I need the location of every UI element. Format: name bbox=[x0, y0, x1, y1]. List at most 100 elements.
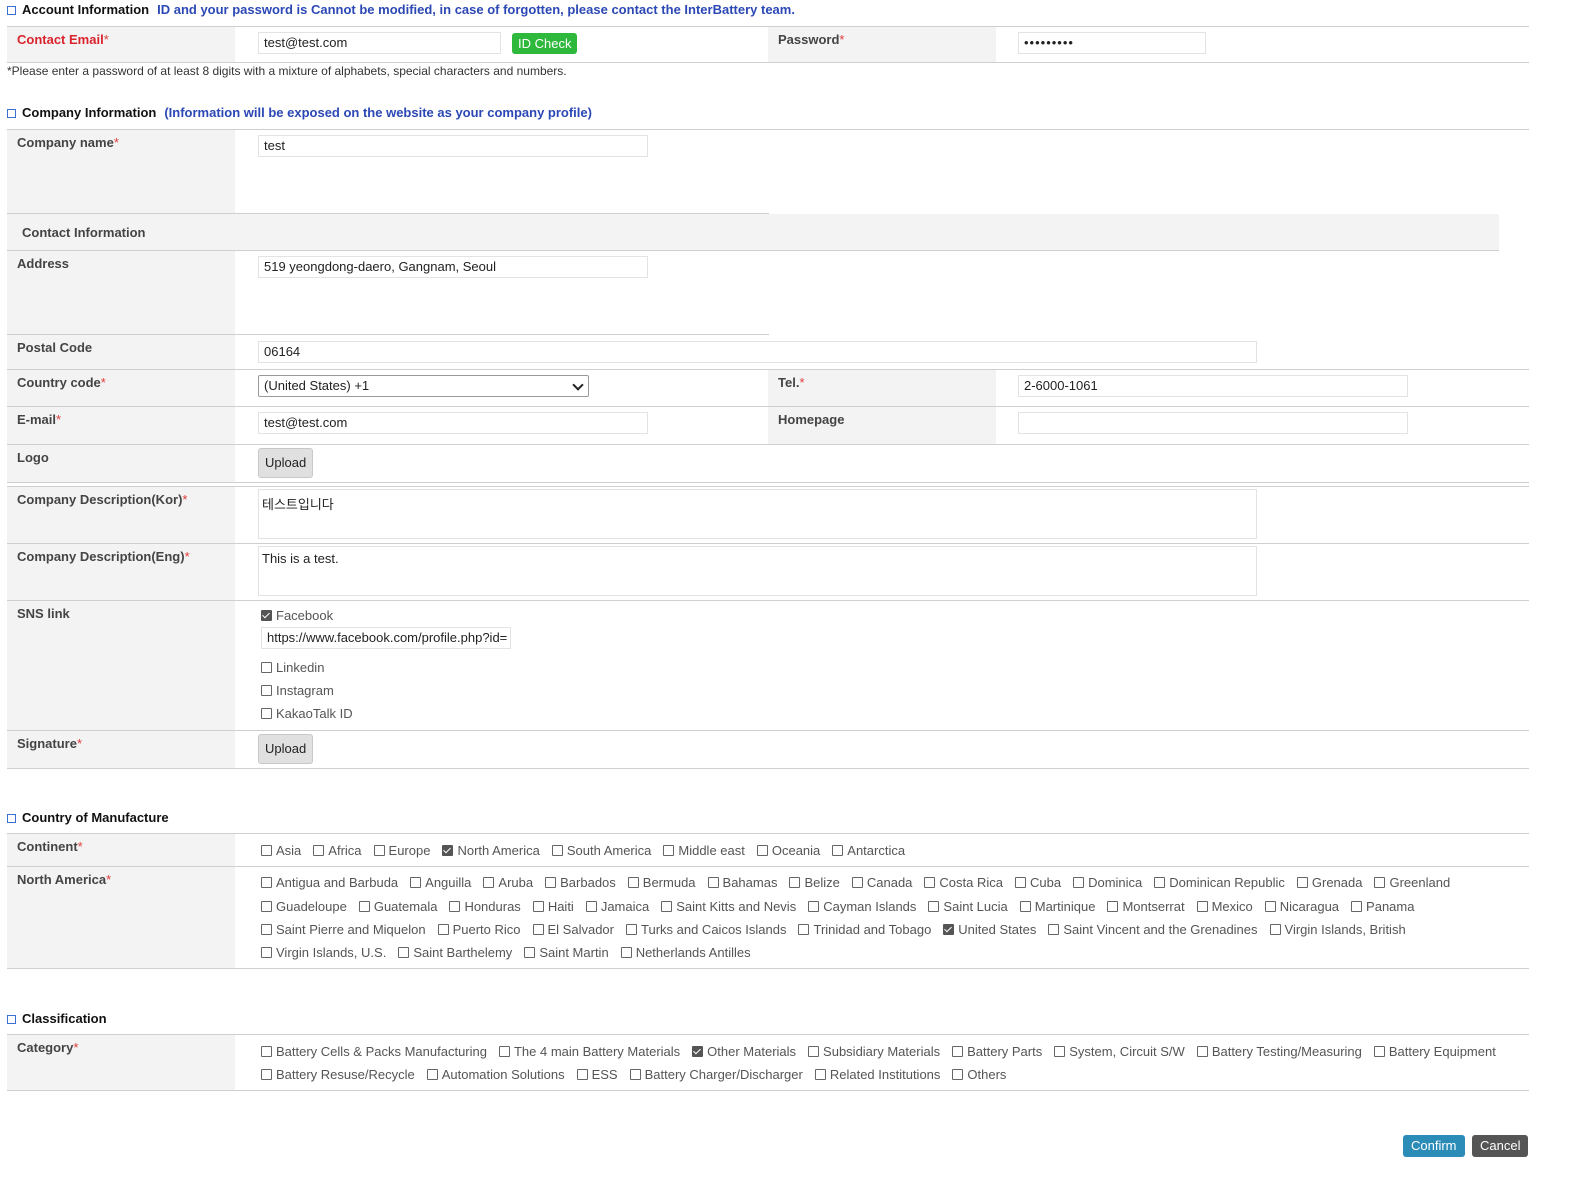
company-name-field[interactable]: test bbox=[258, 135, 648, 157]
desc-eng-textarea[interactable]: This is a test. bbox=[258, 546, 1257, 596]
checkbox-antigua-and-barbuda[interactable]: Antigua and Barbuda bbox=[261, 875, 398, 890]
signature-upload-button[interactable]: Upload bbox=[258, 734, 314, 764]
checkbox-nicaragua[interactable]: Nicaragua bbox=[1264, 899, 1339, 914]
checkbox-saint-kitts-and-nevis[interactable]: Saint Kitts and Nevis bbox=[661, 899, 796, 914]
checkbox-trinidad-and-tobago[interactable]: Trinidad and Tobago bbox=[798, 922, 931, 937]
id-check-button[interactable]: ID Check bbox=[512, 33, 578, 54]
checkbox-anguilla[interactable]: Anguilla bbox=[410, 875, 471, 890]
checkbox-africa[interactable]: Africa bbox=[313, 843, 362, 858]
checkbox-battery-charger-discharger[interactable]: Battery Charger/Discharger bbox=[629, 1067, 803, 1082]
checkbox-jamaica[interactable]: Jamaica bbox=[585, 899, 649, 914]
checkbox-aruba[interactable]: Aruba bbox=[483, 875, 533, 890]
checkbox-virgin-islands-british[interactable]: Virgin Islands, British bbox=[1269, 922, 1406, 937]
facebook-url-field[interactable]: https://www.facebook.com/profile.php?id= bbox=[261, 627, 511, 649]
checkbox-oceania[interactable]: Oceania bbox=[756, 843, 820, 858]
desc-kor-textarea[interactable]: 테스트입니다 bbox=[258, 489, 1257, 539]
checkbox-icon bbox=[1296, 877, 1308, 888]
checkbox-virgin-islands-u-s[interactable]: Virgin Islands, U.S. bbox=[261, 945, 386, 960]
logo-upload-button[interactable]: Upload bbox=[258, 448, 314, 478]
checkbox-antarctica[interactable]: Antarctica bbox=[832, 843, 905, 858]
checkbox-battery-testing-measuring[interactable]: Battery Testing/Measuring bbox=[1196, 1044, 1362, 1059]
checkbox-ess[interactable]: ESS bbox=[576, 1067, 618, 1082]
checkbox-system-circuit-s-w[interactable]: System, Circuit S/W bbox=[1054, 1044, 1185, 1059]
checkbox-guadeloupe[interactable]: Guadeloupe bbox=[261, 899, 347, 914]
checkbox-label: Barbados bbox=[560, 875, 616, 890]
checkbox-grenada[interactable]: Grenada bbox=[1296, 875, 1362, 890]
checkbox-saint-lucia[interactable]: Saint Lucia bbox=[928, 899, 1008, 914]
homepage-field[interactable] bbox=[1018, 412, 1408, 434]
checkbox-united-states[interactable]: United States bbox=[943, 922, 1036, 937]
checkbox-middle-east[interactable]: Middle east bbox=[663, 843, 745, 858]
checkbox-costa-rica[interactable]: Costa Rica bbox=[924, 875, 1003, 890]
checkbox-battery-resuse-recycle[interactable]: Battery Resuse/Recycle bbox=[261, 1067, 415, 1082]
checkbox-saint-vincent-and-the-grenadines[interactable]: Saint Vincent and the Grenadines bbox=[1048, 922, 1258, 937]
checkbox-mexico[interactable]: Mexico bbox=[1196, 899, 1253, 914]
sns-facebook-checkbox[interactable]: Facebook bbox=[261, 608, 345, 624]
checkbox-el-salvador[interactable]: El Salvador bbox=[532, 922, 614, 937]
checkbox-subsidiary-materials[interactable]: Subsidiary Materials bbox=[808, 1044, 940, 1059]
checkbox-battery-parts[interactable]: Battery Parts bbox=[952, 1044, 1042, 1059]
checkbox-dominica[interactable]: Dominica bbox=[1073, 875, 1142, 890]
checkbox-icon bbox=[373, 845, 385, 856]
checkbox-icon bbox=[261, 1069, 272, 1080]
password-field[interactable]: ••••••••• bbox=[1018, 32, 1206, 54]
checkbox-barbados[interactable]: Barbados bbox=[545, 875, 616, 890]
country-code-select[interactable]: (United States) +1 bbox=[258, 375, 589, 397]
checkbox-netherlands-antilles[interactable]: Netherlands Antilles bbox=[620, 945, 751, 960]
checkbox-saint-martin[interactable]: Saint Martin bbox=[524, 945, 609, 960]
checkbox-icon bbox=[498, 1046, 510, 1057]
checkbox-other-materials[interactable]: Other Materials bbox=[692, 1044, 796, 1059]
sns-instagram-checkbox[interactable]: Instagram bbox=[261, 683, 346, 699]
cancel-button[interactable]: Cancel bbox=[1472, 1135, 1529, 1157]
checkbox-europe[interactable]: Europe bbox=[373, 843, 430, 858]
checkbox-saint-pierre-and-miquelon[interactable]: Saint Pierre and Miquelon bbox=[261, 922, 426, 937]
checkbox-label: Saint Lucia bbox=[943, 899, 1008, 914]
sns-kakaotalk-checkbox[interactable]: KakaoTalk ID bbox=[261, 706, 365, 722]
divider bbox=[7, 730, 1529, 731]
checkbox-label: Belize bbox=[804, 875, 840, 890]
checkbox-bahamas[interactable]: Bahamas bbox=[707, 875, 777, 890]
checkbox-battery-cells-packs-manufacturing[interactable]: Battery Cells & Packs Manufacturing bbox=[261, 1044, 487, 1059]
checkbox-montserrat[interactable]: Montserrat bbox=[1107, 899, 1185, 914]
checkbox-label: Guatemala bbox=[373, 899, 438, 914]
checkbox-the-4-main-battery-materials[interactable]: The 4 main Battery Materials bbox=[498, 1044, 681, 1059]
password-label: Password* bbox=[778, 32, 845, 47]
tel-field[interactable]: 2-6000-1061 bbox=[1018, 375, 1408, 397]
checkbox-cuba[interactable]: Cuba bbox=[1015, 875, 1061, 890]
divider bbox=[7, 482, 1529, 483]
checkbox-puerto-rico[interactable]: Puerto Rico bbox=[437, 922, 521, 937]
checkbox-related-institutions[interactable]: Related Institutions bbox=[814, 1067, 940, 1082]
checkbox-icon bbox=[1264, 901, 1276, 912]
checkbox-turks-and-caicos-islands[interactable]: Turks and Caicos Islands bbox=[626, 922, 786, 937]
checkbox-saint-barthelemy[interactable]: Saint Barthelemy bbox=[398, 945, 512, 960]
checkbox-honduras[interactable]: Honduras bbox=[449, 899, 521, 914]
confirm-button[interactable]: Confirm bbox=[1403, 1135, 1465, 1157]
divider bbox=[7, 968, 1529, 969]
checkbox-haiti[interactable]: Haiti bbox=[532, 899, 574, 914]
checkbox-north-america[interactable]: North America bbox=[442, 843, 540, 858]
checkbox-south-america[interactable]: South America bbox=[551, 843, 651, 858]
checkbox-canada[interactable]: Canada bbox=[851, 875, 912, 890]
checkbox-dominican-republic[interactable]: Dominican Republic bbox=[1154, 875, 1285, 890]
checkbox-label: Mexico bbox=[1211, 899, 1253, 914]
checkbox-asia[interactable]: Asia bbox=[261, 843, 301, 858]
checkbox-panama[interactable]: Panama bbox=[1351, 899, 1414, 914]
address-field[interactable]: 519 yeongdong-daero, Gangnam, Seoul bbox=[258, 256, 648, 278]
sns-linkedin-checkbox[interactable]: Linkedin bbox=[261, 660, 336, 676]
contact-email-field[interactable]: test@test.com bbox=[258, 32, 501, 54]
checkbox-battery-equipment[interactable]: Battery Equipment bbox=[1373, 1044, 1496, 1059]
checkbox-guatemala[interactable]: Guatemala bbox=[358, 899, 438, 914]
checkbox-others[interactable]: Others bbox=[952, 1067, 1006, 1082]
checkbox-martinique[interactable]: Martinique bbox=[1019, 899, 1095, 914]
checkbox-automation-solutions[interactable]: Automation Solutions bbox=[426, 1067, 565, 1082]
checkbox-bermuda[interactable]: Bermuda bbox=[627, 875, 696, 890]
checkbox-label: El Salvador bbox=[547, 922, 614, 937]
divider bbox=[7, 600, 1529, 601]
checkbox-label: The 4 main Battery Materials bbox=[513, 1044, 681, 1059]
email-field[interactable]: test@test.com bbox=[258, 412, 648, 434]
postal-code-field[interactable]: 06164 bbox=[258, 341, 1257, 363]
checkbox-belize[interactable]: Belize bbox=[789, 875, 840, 890]
homepage-label: Homepage bbox=[778, 412, 845, 427]
checkbox-greenland[interactable]: Greenland bbox=[1374, 875, 1450, 890]
checkbox-cayman-islands[interactable]: Cayman Islands bbox=[808, 899, 916, 914]
